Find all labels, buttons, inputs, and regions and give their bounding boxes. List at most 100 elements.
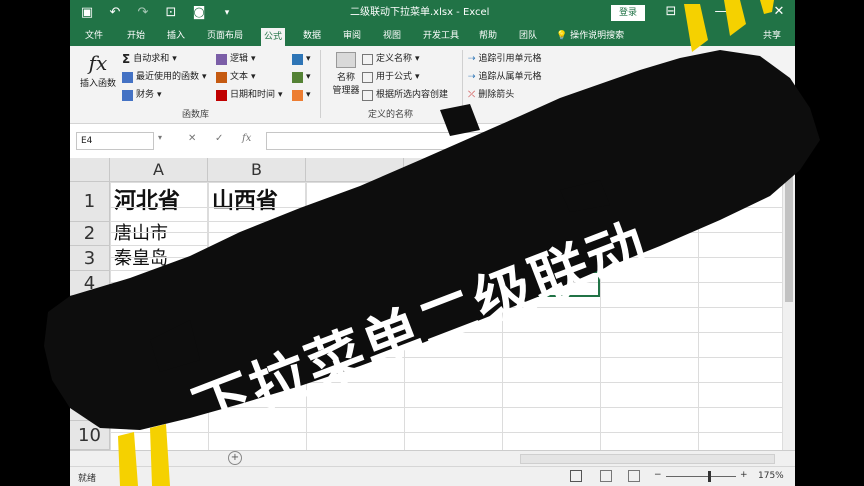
normal-view-icon[interactable]	[570, 470, 582, 482]
trace-dependents-button[interactable]: ⇢ 追踪从属单元格	[468, 69, 542, 85]
eraser-icon: ⤫	[468, 90, 476, 100]
create-from-selection-button[interactable]: 根据所选内容创建	[362, 87, 448, 103]
login-button[interactable]: 登录	[611, 5, 645, 21]
form-icon[interactable]: ⊡	[162, 4, 180, 22]
row-header-7[interactable]: 7	[70, 346, 110, 371]
zoom-slider[interactable]	[666, 471, 736, 482]
tab-view[interactable]: 视图	[380, 26, 404, 46]
insert-function-icon[interactable]: fx	[242, 133, 251, 144]
fx-icon: fx	[88, 51, 108, 75]
row-header-4[interactable]: 4	[70, 271, 110, 296]
cancel-icon[interactable]: ✕	[188, 133, 196, 144]
name-manager-label-2: 管理器	[332, 86, 360, 96]
column-header[interactable]	[404, 158, 502, 182]
use-in-formula-button[interactable]: 用于公式 ▾	[362, 69, 420, 85]
tab-file[interactable]: 文件	[82, 26, 106, 46]
math-icon	[292, 71, 303, 83]
cell-a3[interactable]: 秦皇岛	[110, 246, 208, 271]
name-manager-button[interactable]: 名称 管理器	[326, 52, 366, 96]
add-sheet-icon[interactable]: +	[228, 451, 242, 465]
formula-input[interactable]	[266, 132, 790, 150]
tab-page-layout[interactable]: 页面布局	[204, 26, 246, 46]
zoom-slider-thumb[interactable]	[708, 471, 711, 482]
lookup-icon	[292, 53, 303, 65]
tab-data[interactable]: 数据	[300, 26, 324, 46]
column-header-b[interactable]: B	[208, 158, 306, 182]
ribbon-display-icon[interactable]: ⊟	[660, 2, 682, 22]
vertical-scrollbar[interactable]	[782, 158, 795, 450]
tab-review[interactable]: 审阅	[340, 26, 364, 46]
chevron-down-icon: ▾	[202, 72, 207, 82]
row-header-3[interactable]: 3	[70, 246, 110, 271]
name-manager-icon	[336, 52, 356, 68]
remove-arrows-button[interactable]: ⤫ 删除箭头	[468, 87, 514, 103]
page-layout-view-icon[interactable]	[600, 470, 612, 482]
cell-a2[interactable]: 唐山市	[110, 222, 208, 246]
tab-team[interactable]: 团队	[516, 26, 540, 46]
camera-icon[interactable]: ◙	[190, 4, 208, 22]
close-icon[interactable]: ✕	[768, 2, 790, 22]
zoom-in-button[interactable]: +	[740, 470, 748, 480]
financial-book-icon	[122, 89, 133, 101]
row-header-6[interactable]: 6	[70, 321, 110, 346]
share-button[interactable]: 共享	[760, 26, 784, 46]
name-box[interactable]: E4	[76, 132, 154, 150]
create-from-selection-label: 根据所选内容创建	[376, 90, 449, 100]
page-break-view-icon[interactable]	[628, 470, 640, 482]
trace-precedents-button[interactable]: ⇢ 追踪引用单元格	[468, 51, 542, 67]
recent-label: 最近使用的函数	[136, 72, 200, 82]
insert-function-button[interactable]: fx 插入函数	[78, 50, 118, 89]
tab-home[interactable]: 开始	[124, 26, 148, 46]
column-header-a[interactable]: A	[110, 158, 208, 182]
lookup-button[interactable]: ▾	[292, 51, 311, 67]
tab-formulas[interactable]: 公式	[261, 28, 286, 46]
enter-icon[interactable]: ✓	[215, 133, 223, 144]
document-title: 二级联动下拉菜单.xlsx - Excel	[350, 7, 490, 18]
more-functions-button[interactable]: ▾	[292, 87, 311, 103]
name-box-dropdown-icon[interactable]: ▾	[158, 133, 162, 142]
more-functions-icon	[292, 89, 303, 101]
minimize-icon[interactable]: —	[710, 2, 732, 22]
tab-insert[interactable]: 插入	[164, 26, 188, 46]
cell-b1[interactable]: 山西省	[208, 182, 306, 222]
define-name-button[interactable]: 定义名称 ▾	[362, 51, 420, 67]
redo-icon[interactable]: ↷	[134, 4, 152, 22]
lightbulb-icon: 💡	[556, 31, 568, 41]
recent-functions-button[interactable]: 最近使用的函数 ▾	[122, 69, 207, 85]
row-header-1[interactable]: 1	[70, 182, 110, 222]
zoom-level[interactable]: 175%	[758, 471, 784, 481]
chevron-down-icon: ▾	[157, 90, 162, 100]
tell-me-search[interactable]: 💡 操作说明搜索	[556, 26, 624, 46]
text-label: 文本	[230, 72, 249, 82]
row-header-5[interactable]: 5	[70, 296, 110, 321]
save-icon[interactable]: ▣	[78, 4, 96, 22]
zoom-out-button[interactable]: −	[654, 470, 662, 480]
row-header-2[interactable]: 2	[70, 222, 110, 246]
text-button[interactable]: 文本 ▾	[216, 69, 256, 85]
row-header-9[interactable]: 9	[70, 396, 110, 421]
undo-icon[interactable]: ↶	[106, 4, 124, 22]
datetime-label: 日期和时间	[230, 90, 276, 100]
customize-icon[interactable]: ▾	[218, 4, 236, 22]
column-header[interactable]	[306, 158, 404, 182]
row-header-10[interactable]: 10	[70, 421, 110, 450]
row-header-8[interactable]: 8	[70, 371, 110, 396]
tab-help[interactable]: 帮助	[476, 26, 500, 46]
autosum-button[interactable]: Σ 自动求和 ▾	[122, 51, 177, 67]
group-defined-names: 定义的名称	[368, 110, 414, 120]
cell-a1[interactable]: 河北省	[110, 182, 208, 222]
scroll-thumb[interactable]	[785, 172, 793, 302]
datetime-button[interactable]: 日期和时间 ▾	[216, 87, 283, 103]
column-header[interactable]	[698, 158, 782, 182]
chevron-down-icon: ▾	[306, 90, 311, 100]
select-all-corner[interactable]	[70, 158, 110, 182]
tab-developer[interactable]: 开发工具	[420, 26, 462, 46]
logical-button[interactable]: 逻辑 ▾	[216, 51, 256, 67]
video-frame: ▣ ↶ ↷ ⊡ ◙ ▾ 二级联动下拉菜单.xlsx - Excel 登录 ⊟ —…	[0, 0, 864, 486]
math-button[interactable]: ▾	[292, 69, 311, 85]
horizontal-scrollbar[interactable]	[520, 454, 775, 464]
calendar-icon	[216, 89, 227, 101]
financial-button[interactable]: 财务 ▾	[122, 87, 162, 103]
column-header[interactable]	[502, 158, 600, 182]
column-header[interactable]	[600, 158, 698, 182]
